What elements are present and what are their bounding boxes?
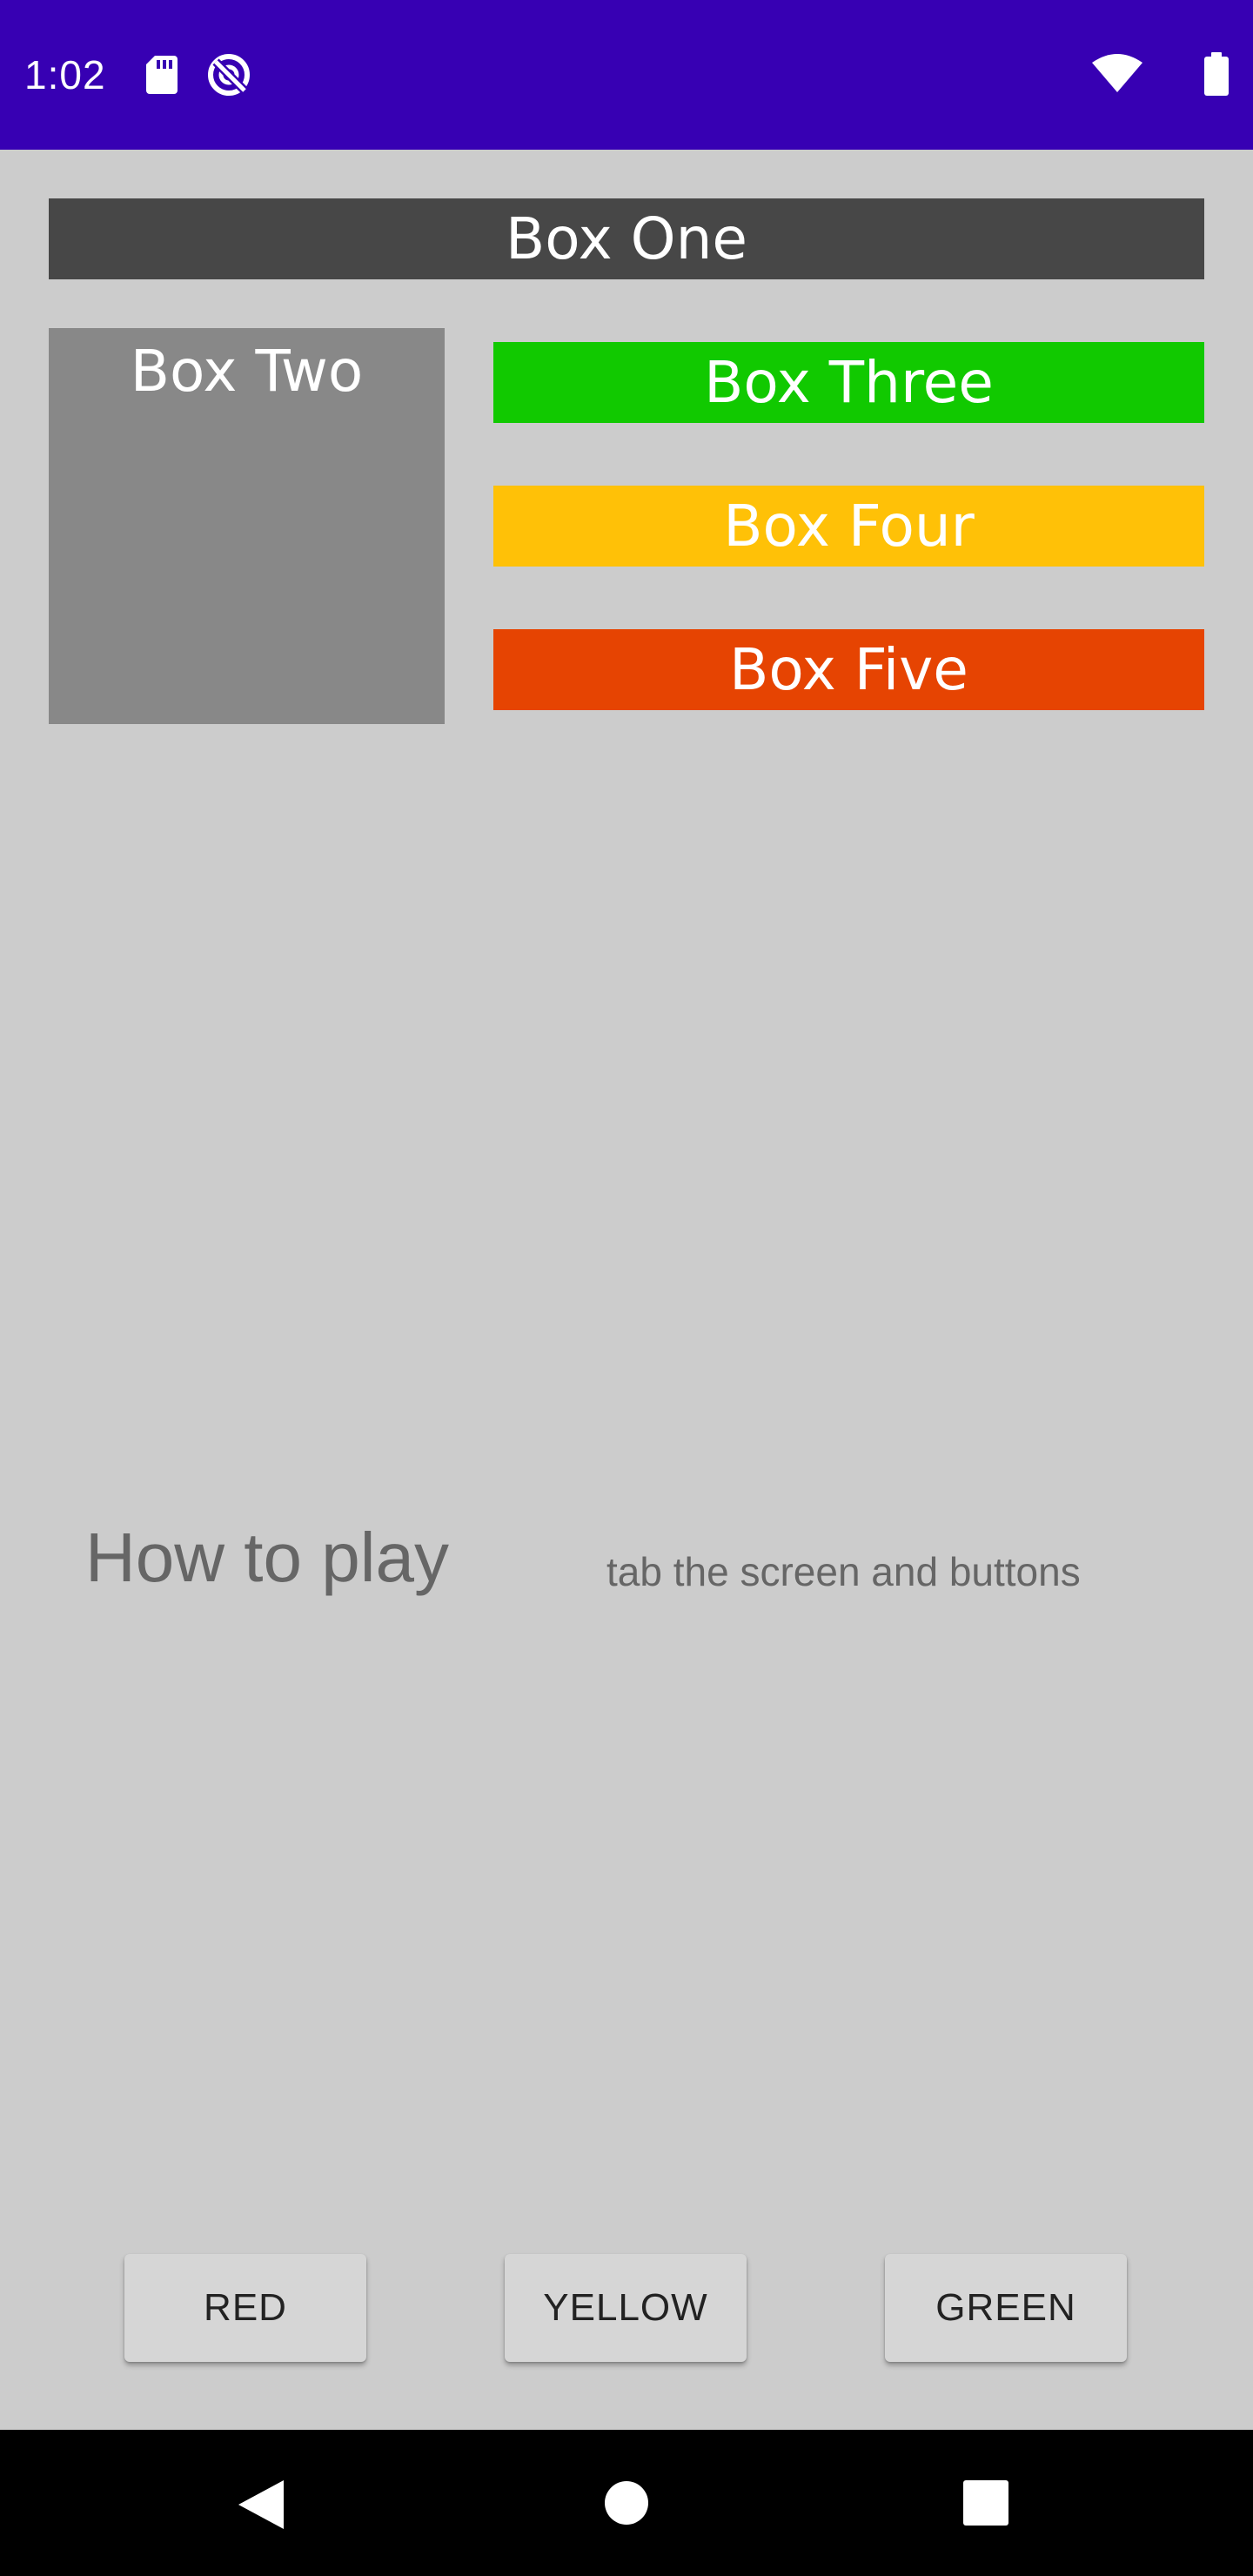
- back-icon[interactable]: [237, 2479, 285, 2535]
- box-four: Box Four: [493, 486, 1204, 567]
- how-to-play-description: tab the screen and buttons: [606, 1549, 1081, 1594]
- sync-disabled-icon: [206, 52, 251, 102]
- status-bar: 1:02: [0, 0, 1253, 150]
- recents-icon[interactable]: [963, 2480, 1008, 2530]
- box-two: Box Two: [49, 328, 445, 724]
- yellow-button[interactable]: YELLOW: [505, 2254, 747, 2362]
- wifi-icon: [1092, 54, 1142, 98]
- navigation-bar: [0, 2430, 1253, 2576]
- how-to-play-heading: How to play: [85, 1519, 449, 1596]
- box-one: Box One: [49, 198, 1204, 279]
- status-time: 1:02: [24, 52, 106, 97]
- box-three: Box Three: [493, 342, 1204, 423]
- red-button[interactable]: RED: [124, 2254, 366, 2362]
- green-button[interactable]: GREEN: [885, 2254, 1127, 2362]
- home-icon[interactable]: [604, 2480, 649, 2530]
- sd-card-icon: [146, 56, 178, 98]
- box-five: Box Five: [493, 629, 1204, 710]
- battery-icon: [1204, 52, 1229, 100]
